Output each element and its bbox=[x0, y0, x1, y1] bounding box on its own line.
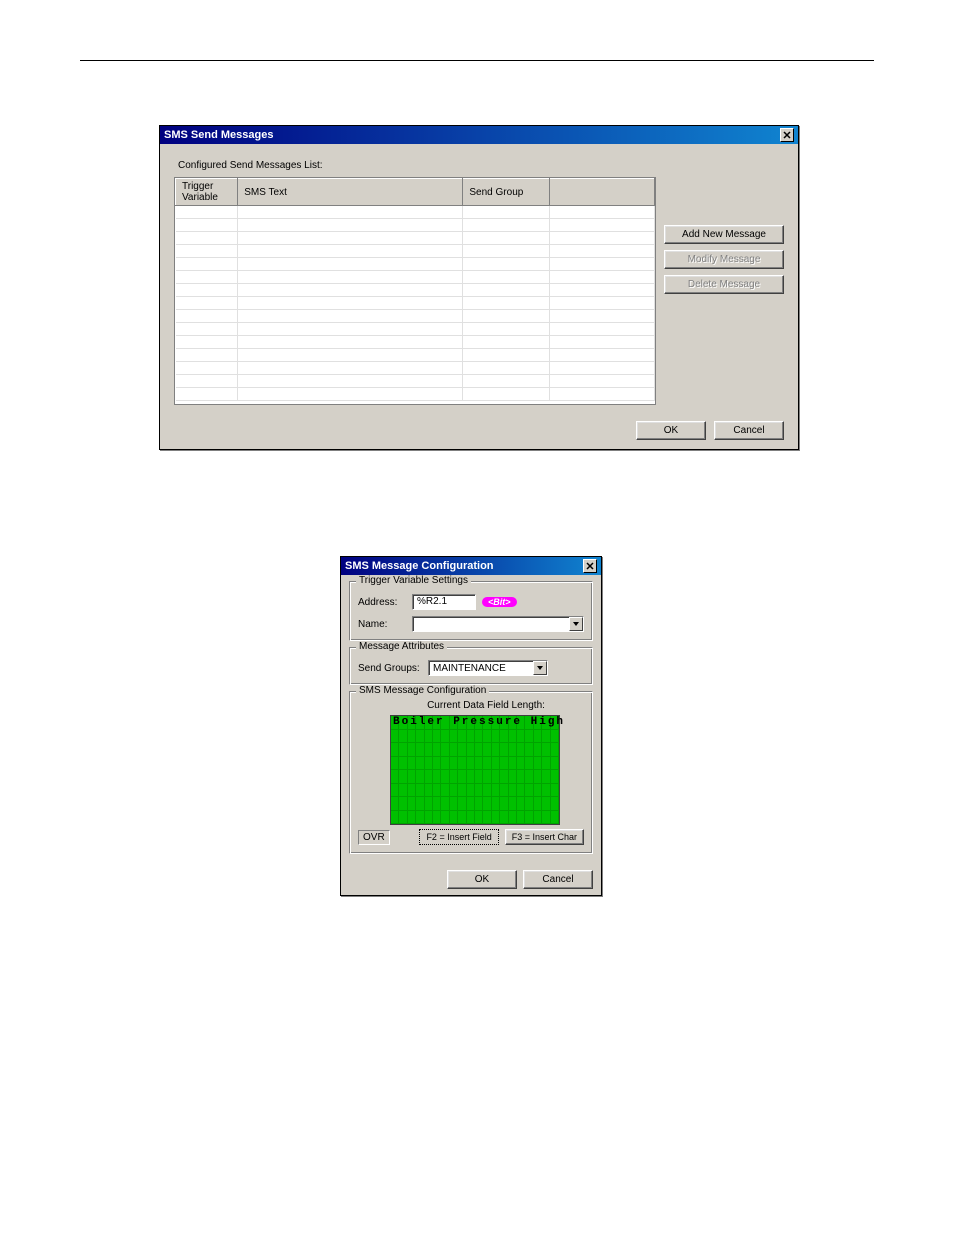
ok-button[interactable]: OK bbox=[447, 870, 517, 889]
f2-insert-field-button[interactable]: F2 = Insert Field bbox=[419, 829, 498, 845]
sms-send-messages-dialog: SMS Send Messages Configured Send Messag… bbox=[159, 125, 799, 450]
message-text-editor[interactable]: Boiler Pressure High bbox=[390, 715, 560, 825]
close-icon[interactable] bbox=[780, 128, 794, 142]
table-row[interactable] bbox=[176, 297, 655, 310]
sms-message-configuration-dialog: SMS Message Configuration Trigger Variab… bbox=[340, 556, 602, 896]
bit-type-indicator: <Bit> bbox=[482, 597, 517, 607]
delete-message-button[interactable]: Delete Message bbox=[664, 275, 784, 294]
f3-insert-char-button[interactable]: F3 = Insert Char bbox=[505, 829, 584, 845]
chevron-down-icon[interactable] bbox=[569, 617, 583, 631]
modify-message-button[interactable]: Modify Message bbox=[664, 250, 784, 269]
col-send-group[interactable]: Send Group bbox=[463, 179, 549, 206]
col-extra[interactable] bbox=[549, 179, 654, 206]
ovr-indicator: OVR bbox=[358, 830, 390, 845]
table-row[interactable] bbox=[176, 362, 655, 375]
chevron-down-icon[interactable] bbox=[533, 661, 547, 675]
current-data-field-length-label: Current Data Field Length: bbox=[388, 700, 584, 711]
dialog2-titlebar[interactable]: SMS Message Configuration bbox=[341, 557, 601, 575]
table-row[interactable] bbox=[176, 388, 655, 401]
table-row[interactable] bbox=[176, 258, 655, 271]
dialog1-titlebar[interactable]: SMS Send Messages bbox=[160, 126, 798, 144]
trigger-variable-settings-group: Trigger Variable Settings Address: %R2.1… bbox=[349, 581, 593, 641]
sms-message-configuration-legend: SMS Message Configuration bbox=[356, 685, 489, 696]
name-label: Name: bbox=[358, 619, 406, 630]
cancel-button[interactable]: Cancel bbox=[714, 421, 784, 440]
table-row[interactable] bbox=[176, 323, 655, 336]
message-text-content: Boiler Pressure High bbox=[393, 716, 565, 728]
send-groups-label: Send Groups: bbox=[358, 663, 422, 674]
table-row[interactable] bbox=[176, 232, 655, 245]
close-icon[interactable] bbox=[583, 559, 597, 573]
table-row[interactable] bbox=[176, 206, 655, 219]
table-row[interactable] bbox=[176, 245, 655, 258]
send-groups-value: MAINTENANCE bbox=[433, 663, 506, 674]
messages-table[interactable]: Trigger Variable SMS Text Send Group bbox=[174, 177, 656, 405]
table-row[interactable] bbox=[176, 271, 655, 284]
message-attributes-legend: Message Attributes bbox=[356, 641, 447, 652]
page-divider bbox=[80, 60, 874, 61]
table-row[interactable] bbox=[176, 375, 655, 388]
dialog2-title: SMS Message Configuration bbox=[345, 560, 494, 572]
ok-button[interactable]: OK bbox=[636, 421, 706, 440]
col-trigger-variable[interactable]: Trigger Variable bbox=[176, 179, 238, 206]
col-sms-text[interactable]: SMS Text bbox=[238, 179, 463, 206]
cancel-button[interactable]: Cancel bbox=[523, 870, 593, 889]
table-row[interactable] bbox=[176, 310, 655, 323]
sms-message-configuration-group: SMS Message Configuration Current Data F… bbox=[349, 691, 593, 854]
name-select[interactable] bbox=[412, 616, 584, 632]
add-new-message-button[interactable]: Add New Message bbox=[664, 225, 784, 244]
table-row[interactable] bbox=[176, 336, 655, 349]
message-attributes-group: Message Attributes Send Groups: MAINTENA… bbox=[349, 647, 593, 685]
address-label: Address: bbox=[358, 597, 406, 608]
trigger-variable-settings-legend: Trigger Variable Settings bbox=[356, 575, 471, 586]
table-row[interactable] bbox=[176, 284, 655, 297]
table-row[interactable] bbox=[176, 219, 655, 232]
address-input[interactable]: %R2.1 bbox=[412, 594, 476, 610]
configured-list-label: Configured Send Messages List: bbox=[178, 160, 780, 171]
dialog1-title: SMS Send Messages bbox=[164, 129, 273, 141]
table-row[interactable] bbox=[176, 349, 655, 362]
send-groups-select[interactable]: MAINTENANCE bbox=[428, 660, 548, 676]
